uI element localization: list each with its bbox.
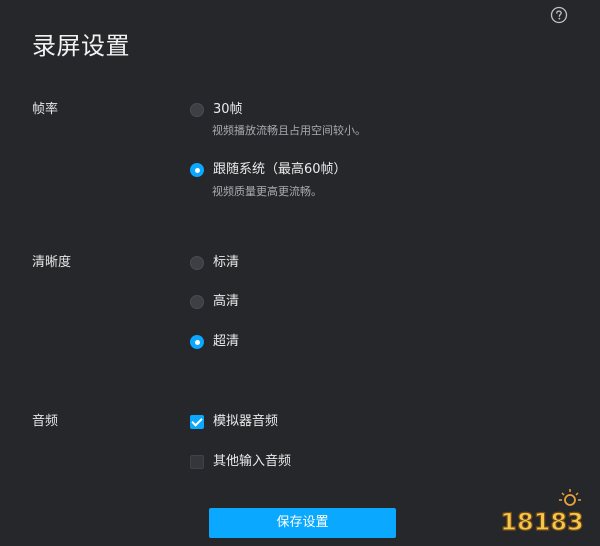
help-button[interactable] [550, 6, 568, 24]
clarity-label: 清晰度 [32, 255, 72, 270]
framerate-option-description: 视频播放流畅且占用空间较小。 [212, 124, 366, 137]
framerate-option-label: 30帧 [213, 102, 243, 117]
framerate-option-label: 跟随系统（最高60帧） [213, 162, 347, 177]
audio-option-label: 模拟器音频 [213, 414, 279, 429]
radio-selected[interactable] [190, 163, 204, 177]
radio-unselected[interactable] [190, 295, 204, 309]
framerate-label: 帧率 [32, 102, 59, 117]
save-settings-button[interactable]: 保存设置 [209, 508, 396, 538]
framerate-option-system[interactable]: 跟随系统（最高60帧） [190, 161, 347, 179]
clarity-option-label: 超清 [213, 334, 240, 349]
clarity-option-sd[interactable]: 标清 [190, 254, 239, 272]
radio-unselected[interactable] [190, 256, 204, 270]
audio-option-emulator[interactable]: 模拟器音频 [190, 413, 278, 431]
clarity-option-hd[interactable]: 高清 [190, 293, 239, 311]
audio-label: 音频 [32, 414, 59, 429]
page-title: 录屏设置 [32, 32, 130, 60]
clarity-option-uhd[interactable]: 超清 [190, 333, 239, 351]
audio-option-label: 其他输入音频 [213, 454, 292, 469]
audio-option-other-input[interactable]: 其他输入音频 [190, 453, 291, 471]
sun-icon [559, 489, 581, 506]
checkbox-unchecked[interactable] [190, 455, 204, 469]
watermark-logo: 18183 [492, 486, 592, 537]
radio-unselected[interactable] [190, 103, 204, 117]
clarity-option-label: 高清 [213, 294, 240, 309]
question-circle-icon [550, 6, 568, 24]
framerate-option-description: 视频质量更高更流畅。 [212, 185, 322, 198]
checkbox-checked[interactable] [190, 415, 204, 429]
watermark-text: 18183 [500, 508, 584, 536]
framerate-option-30[interactable]: 30帧 [190, 101, 243, 119]
clarity-option-label: 标清 [213, 255, 240, 270]
radio-selected[interactable] [190, 335, 204, 349]
